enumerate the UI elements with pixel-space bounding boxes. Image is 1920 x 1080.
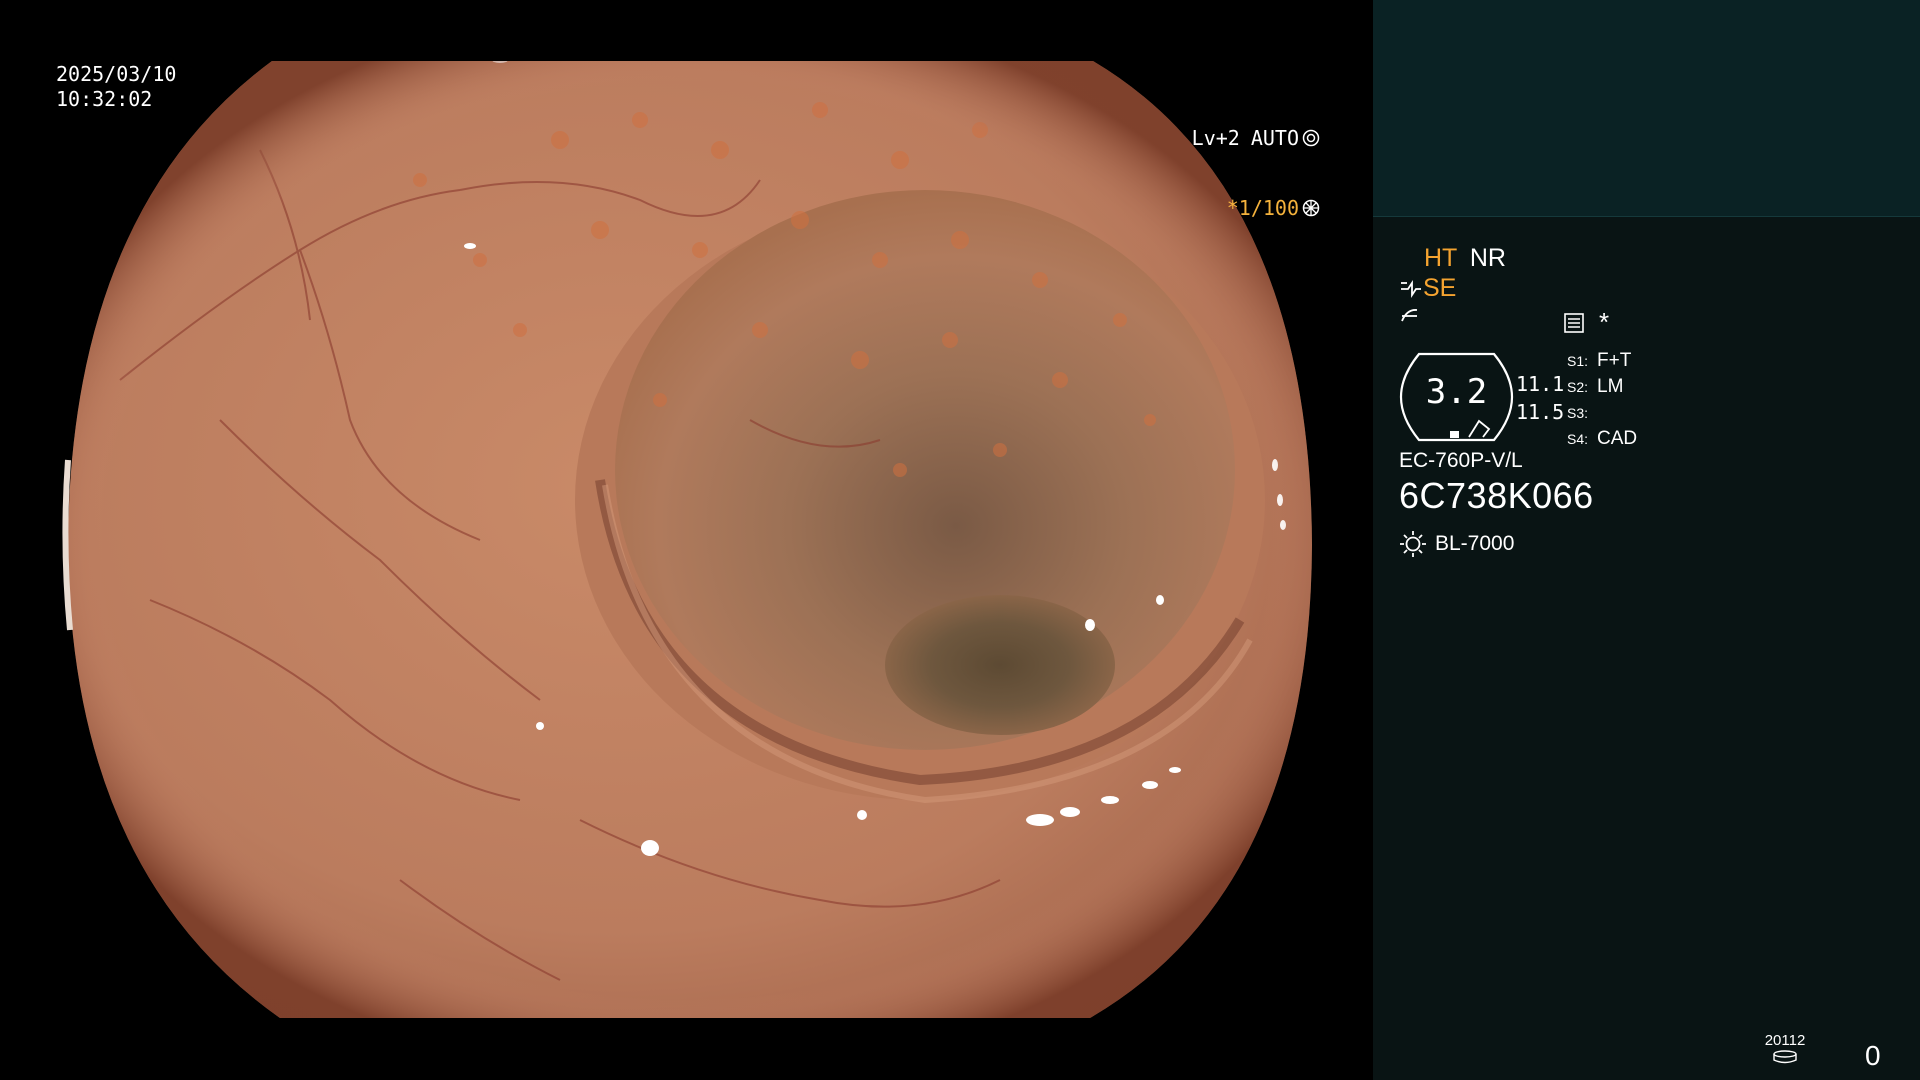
endoscopic-image [62,61,1312,1018]
se-mode: SE [1423,274,1457,302]
panel-header-area [1373,0,1920,217]
iris-icon [1302,129,1320,147]
switch-s3: S3: [1567,400,1637,426]
nr-mode: NR [1469,244,1506,272]
switch-assignments: S1: F+T S2: LM S3: S4: CAD [1567,348,1637,452]
ht-mode: HT [1424,244,1457,272]
switch-value: LM [1597,376,1624,397]
light-source-icon [1400,531,1426,557]
color-shift-icon [1401,309,1418,322]
shutter-readout: *1/100 [1227,196,1320,220]
settings-list-icon [1564,312,1584,333]
switch-s1: S1: F+T [1567,348,1637,374]
processing-modes: HT NR [1424,244,1506,273]
scope-serial: 6C738K066 [1399,475,1594,516]
brightness-level: Lv+2 [1191,126,1240,150]
endoscope-view: 2025/03/10 10:32:02 *1/100 Lv+2 AUTO [0,0,1373,1080]
light-source-row: BL-7000 [1399,530,1514,558]
datetime-display: 2025/03/10 10:32:02 [56,62,176,112]
light-source-name: BL-7000 [1435,532,1515,555]
iris-mode: AUTO [1250,126,1299,150]
switch-s2: S2: LM [1567,374,1637,400]
date-text: 2025/03/10 [56,62,177,86]
structure-enhancement: SE [1399,274,1456,303]
settings-asterisk: * [1599,307,1610,337]
scope-model: EC-760P-V/L [1399,449,1523,472]
disk-number: 20112 [1764,1032,1806,1049]
enhancement-icon [1401,279,1421,298]
storage-indicator: 20112 [1762,1032,1808,1068]
disk-icon [1773,1050,1797,1064]
status-panel: HT NR SE * 3.2 11.1 11.5 S1: F+T S2: LM [1373,0,1920,1080]
switch-s4: S4: CAD [1567,426,1637,452]
shutter-speed: *1/100 [1226,196,1299,220]
settings-indicator: * [1563,307,1609,338]
switch-label: S2: [1567,379,1589,395]
scale-value-2: 11.5 [1516,400,1565,424]
image-counter: 0 [1865,1040,1881,1071]
switch-label: S3: [1567,405,1589,421]
scale-value-1: 11.1 [1516,372,1565,396]
shutter-icon [1302,199,1320,217]
switch-label: S4: [1567,431,1589,447]
scale-values: 11.1 11.5 [1516,370,1564,426]
color-shift-row [1399,305,1421,334]
time-text: 10:32:02 [56,87,153,111]
switch-value: CAD [1597,428,1638,449]
magnification-value: 3.2 [1425,372,1488,412]
level-readout: Lv+2 AUTO [1192,126,1320,150]
switch-value: F+T [1597,350,1632,371]
switch-label: S1: [1567,353,1589,369]
